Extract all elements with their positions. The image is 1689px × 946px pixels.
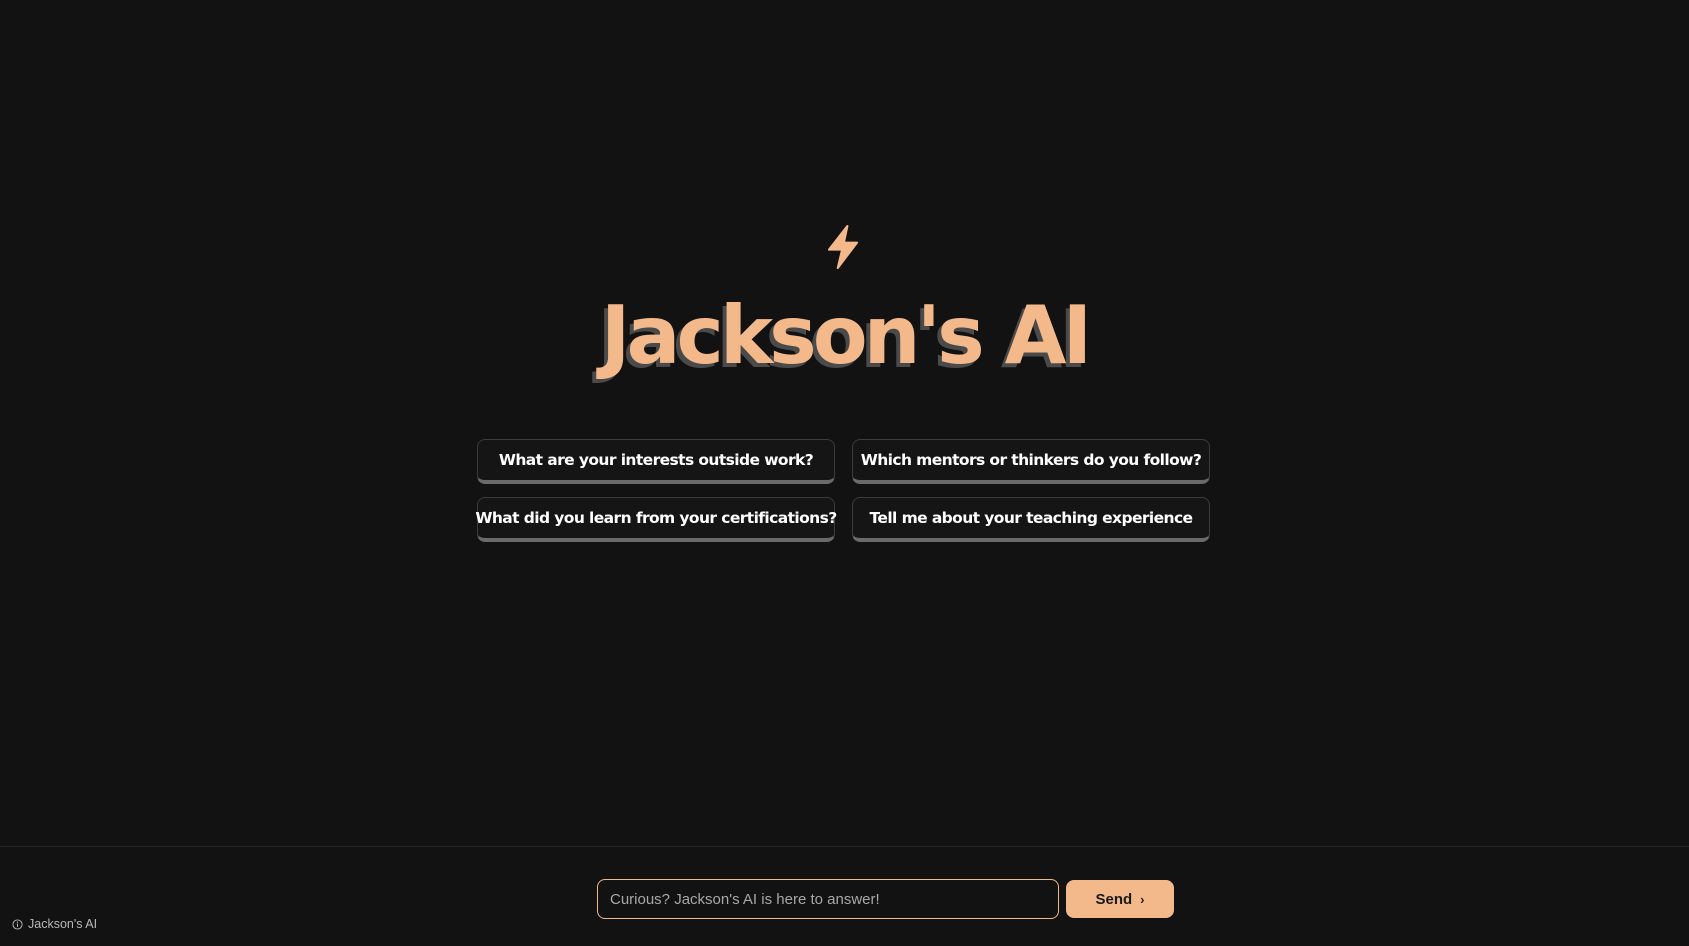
chat-footer: Send › Jackson's AI — [0, 846, 1689, 946]
page: Jackson's AI What are your interests out… — [0, 0, 1689, 946]
brand-badge: Jackson's AI — [12, 917, 97, 931]
lightning-bolt-icon — [827, 224, 859, 270]
suggestion-grid: What are your interests outside work? Wh… — [475, 439, 1210, 542]
chevron-right-icon: › — [1140, 891, 1145, 907]
send-button[interactable]: Send › — [1066, 880, 1174, 918]
chat-input[interactable] — [597, 879, 1059, 919]
suggestion-button-certifications[interactable]: What did you learn from your certificati… — [475, 497, 837, 542]
hero-section: Jackson's AI What are your interests out… — [0, 0, 1689, 846]
page-title: Jackson's AI — [600, 289, 1093, 382]
suggestion-button-mentors[interactable]: Which mentors or thinkers do you follow? — [852, 439, 1210, 484]
info-icon — [12, 918, 23, 930]
send-button-label: Send — [1095, 890, 1133, 908]
suggestion-button-teaching[interactable]: Tell me about your teaching experience — [852, 497, 1210, 542]
brand-label: Jackson's AI — [28, 917, 98, 931]
suggestion-button-interests[interactable]: What are your interests outside work? — [477, 439, 835, 484]
